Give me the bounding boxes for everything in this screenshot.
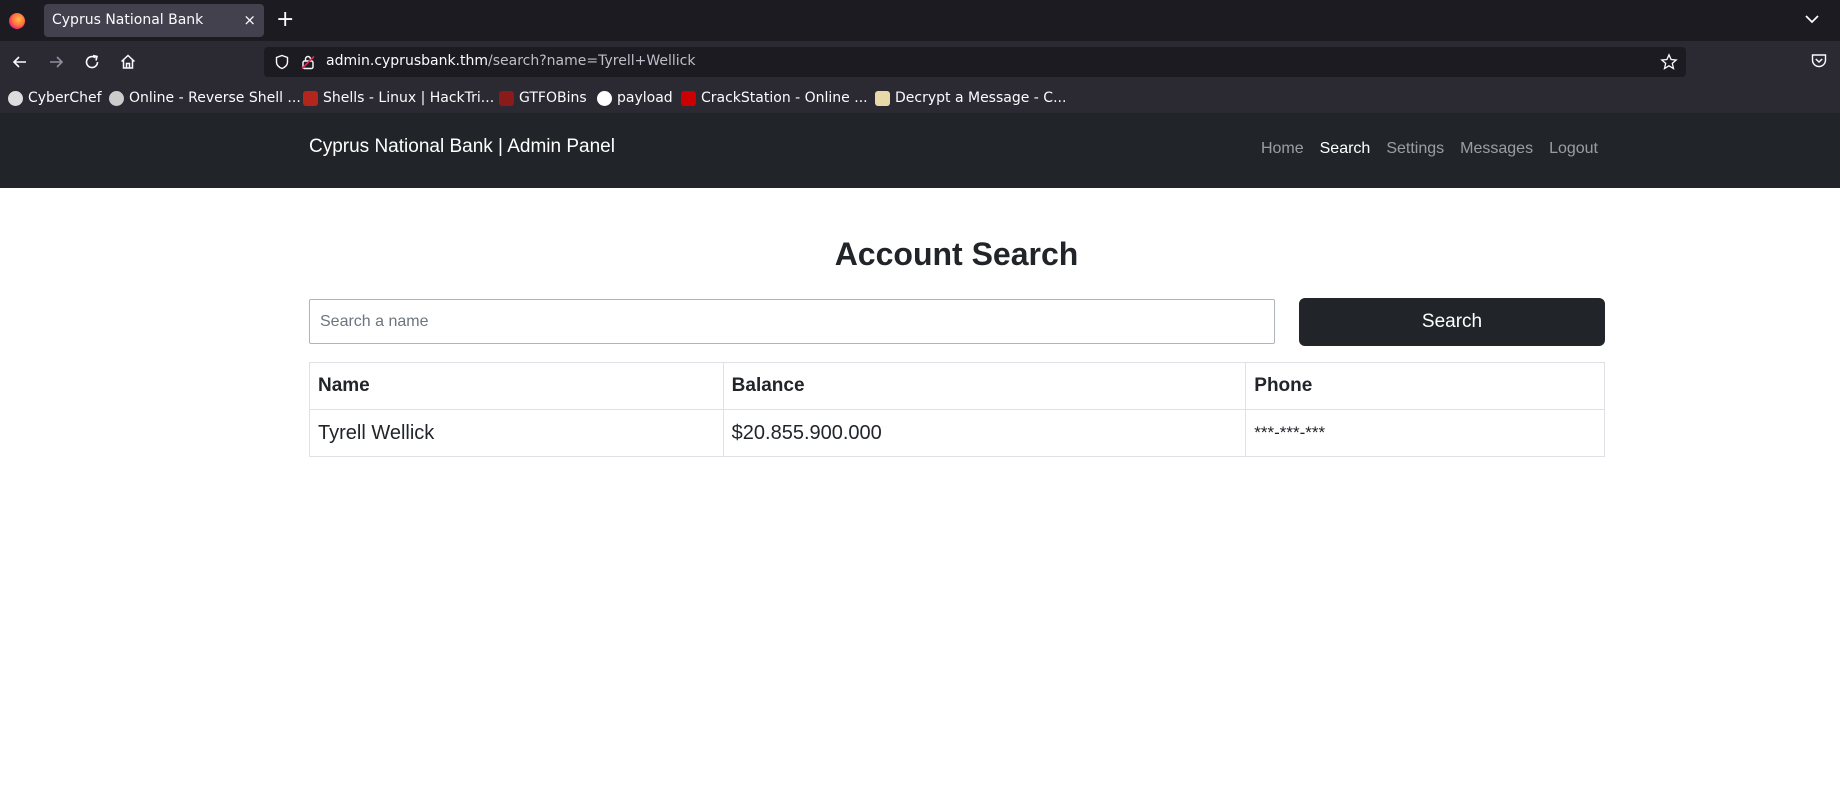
bookmark-label: Shells - Linux | HackTri... [323,90,495,106]
close-tab-icon[interactable]: × [243,10,256,30]
chef-hat-icon [8,90,23,106]
bookmark-label: payload [617,90,673,106]
back-arrow-icon [12,56,26,68]
bookmarks-toolbar: CyberChef Online - Reverse Shell ... She… [0,83,1840,113]
reload-button[interactable] [80,50,104,74]
bookmark-reverse-shell[interactable]: Online - Reverse Shell ... [109,88,301,108]
site-nav: Home Search Settings Messages Logout [1261,140,1598,158]
nav-settings[interactable]: Settings [1386,140,1444,158]
shield-icon[interactable] [274,54,290,70]
column-header-name: Name [309,362,724,410]
nav-search[interactable]: Search [1320,140,1371,158]
cell-phone: ***-***-*** [1245,409,1605,457]
site-brand[interactable]: Cyprus National Bank | Admin Panel [309,136,615,158]
gtfobins-icon [499,90,514,106]
chevron-down-icon[interactable] [1802,9,1822,29]
bookmark-label: CrackStation - Online ... [701,90,868,106]
bookmark-crackstation[interactable]: CrackStation - Online ... [681,88,868,108]
site-navbar: Cyprus National Bank | Admin Panel Home … [0,113,1840,188]
search-button[interactable]: Search [1299,298,1605,346]
bookmark-decrypt-message[interactable]: Decrypt a Message - C... [875,88,1066,108]
nav-messages[interactable]: Messages [1460,140,1533,158]
column-header-phone: Phone [1245,362,1605,410]
cell-name: Tyrell Wellick [309,409,724,457]
bookmark-label: Decrypt a Message - C... [895,90,1067,106]
forward-button[interactable] [44,50,68,74]
bookmark-cyberchef[interactable]: CyberChef [8,88,102,108]
tab-title: Cyprus National Bank [52,12,204,28]
home-icon [120,54,136,69]
firefox-logo-icon[interactable] [9,13,25,29]
bookmark-label: Online - Reverse Shell ... [129,90,301,106]
bookmark-label: GTFOBins [519,90,587,106]
crackstation-icon [681,90,696,106]
url-host: admin.cyprusbank.thm [326,53,489,69]
column-header-balance: Balance [722,362,1247,410]
url-path: /search?name=Tyrell+Wellick [488,53,696,69]
cell-balance: $20.855.900.000 [722,409,1247,457]
bookmark-gtfobins[interactable]: GTFOBins [499,88,587,108]
github-icon [597,90,612,106]
address-bar[interactable]: admin.cyprusbank.thm/search?name=Tyrell+… [264,47,1686,77]
bookmark-payload[interactable]: payload [597,88,673,108]
nav-logout[interactable]: Logout [1549,140,1598,158]
new-tab-button[interactable]: + [276,7,294,33]
insecure-lock-icon[interactable] [300,54,316,70]
table-header-row: Name Balance Phone [309,362,1605,410]
forward-arrow-icon [50,56,64,68]
bookmark-label: CyberChef [28,90,102,106]
page-title: Account Search [834,236,1079,272]
browser-tab-active[interactable]: Cyprus National Bank × [44,4,264,37]
nav-home[interactable]: Home [1261,140,1304,158]
search-input[interactable] [309,299,1275,344]
table-row: Tyrell Wellick $20.855.900.000 ***-***-*… [309,409,1605,457]
browser-tab-bar: Cyprus National Bank × + [0,0,1840,41]
bookmark-star-icon[interactable] [1660,53,1678,71]
hacktricks-icon [303,90,318,106]
browser-toolbar: admin.cyprusbank.thm/search?name=Tyrell+… [0,41,1840,83]
home-button[interactable] [116,50,140,74]
pocket-icon[interactable] [1810,52,1828,70]
skull-icon [109,90,124,106]
url-text[interactable]: admin.cyprusbank.thm/search?name=Tyrell+… [326,53,695,69]
back-button[interactable] [8,50,32,74]
bookmark-hacktricks[interactable]: Shells - Linux | HackTri... [303,88,494,108]
results-table: Name Balance Phone Tyrell Wellick $20.85… [309,362,1605,457]
envelope-icon [875,90,890,106]
reload-icon [85,54,99,69]
